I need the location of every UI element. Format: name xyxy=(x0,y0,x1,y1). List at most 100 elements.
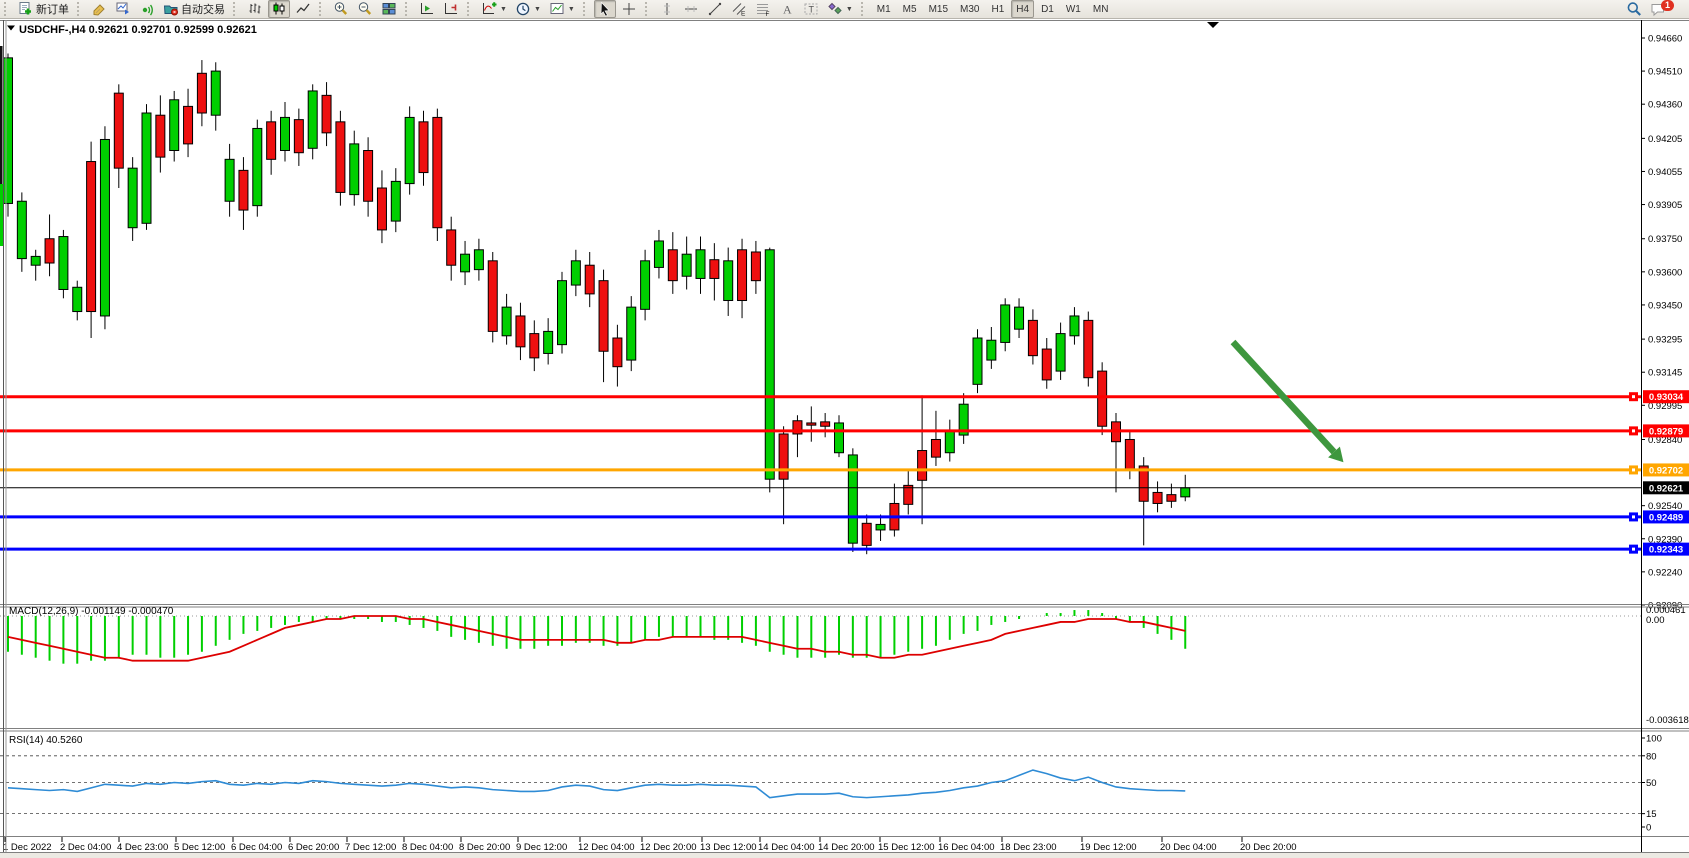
shapes-icon xyxy=(827,1,843,17)
rsi-axis-label: 50 xyxy=(1646,778,1657,789)
auto-scroll-icon xyxy=(419,1,435,17)
publish-chart-button[interactable] xyxy=(112,0,134,18)
time-label: 2 Dec 04:00 xyxy=(60,842,111,853)
timeframe-m5-button[interactable]: M5 xyxy=(898,0,922,18)
chat-button[interactable]: 1 xyxy=(1647,0,1684,18)
toolbar-grip xyxy=(405,2,412,16)
periods-dropdown-caret-icon[interactable]: ▼ xyxy=(534,6,541,13)
candle xyxy=(405,106,414,194)
shapes-dropdown-caret-icon[interactable]: ▼ xyxy=(846,6,853,13)
resistance-line-2-price-label: 0.92879 xyxy=(1649,426,1683,437)
candle xyxy=(100,126,109,329)
candle xyxy=(87,142,96,338)
zoom-in-button[interactable] xyxy=(330,0,352,18)
auto-trading-button[interactable]: 自动交易 xyxy=(160,0,228,18)
time-label: 19 Dec 12:00 xyxy=(1080,842,1137,853)
window-bottom-strip xyxy=(0,853,1689,858)
periods-button[interactable]: ▼ xyxy=(512,0,544,18)
indicators-dropdown-caret-icon[interactable]: ▼ xyxy=(500,6,507,13)
text-button[interactable]: A xyxy=(776,0,798,18)
crosshair-button[interactable] xyxy=(618,0,640,18)
templates-button[interactable]: ▼ xyxy=(546,0,578,18)
indicators-icon xyxy=(481,1,497,17)
timeframe-w1-button[interactable]: W1 xyxy=(1061,0,1086,18)
price-tick-label: 0.94510 xyxy=(1648,67,1682,78)
zoom-out-button[interactable] xyxy=(354,0,376,18)
fibonacci-button[interactable]: F xyxy=(752,0,774,18)
timeframe-mn-button[interactable]: MN xyxy=(1088,0,1114,18)
cursor-button[interactable] xyxy=(594,0,616,18)
line-chart-icon xyxy=(295,1,311,17)
time-label: 1 Dec 2022 xyxy=(3,842,52,853)
time-label: 12 Dec 20:00 xyxy=(640,842,697,853)
time-label: 18 Dec 23:00 xyxy=(1000,842,1057,853)
time-label: 4 Dec 23:00 xyxy=(117,842,168,853)
timeframe-h1-button[interactable]: H1 xyxy=(986,0,1009,18)
shapes-button[interactable]: ▼ xyxy=(824,0,856,18)
horizontal-line-icon xyxy=(683,1,699,17)
new-order-icon xyxy=(18,1,34,17)
toolbar-grip xyxy=(583,2,590,16)
macd-axis-label: 0.00 xyxy=(1646,615,1665,626)
timeframe-m15-button[interactable]: M15 xyxy=(924,0,953,18)
candle xyxy=(488,252,497,342)
indicators-button[interactable]: ▼ xyxy=(478,0,510,18)
price-tick-label: 0.93600 xyxy=(1648,267,1682,278)
timeframe-d1-button[interactable]: D1 xyxy=(1036,0,1059,18)
auto-trading-label: 自动交易 xyxy=(181,1,225,17)
time-label: 6 Dec 20:00 xyxy=(288,842,339,853)
candlestick-chart-button[interactable] xyxy=(268,0,290,18)
toolbar-grip xyxy=(233,2,240,16)
tile-windows-button[interactable] xyxy=(378,0,400,18)
vertical-line-button[interactable] xyxy=(656,0,678,18)
candle xyxy=(1084,312,1093,387)
zoom-in-icon xyxy=(333,1,349,17)
candle xyxy=(336,111,345,206)
trendline-button[interactable] xyxy=(704,0,726,18)
text-icon: A xyxy=(779,1,795,17)
candle xyxy=(627,296,636,371)
time-label: 15 Dec 12:00 xyxy=(878,842,935,853)
trendline-icon xyxy=(707,1,723,17)
price-tick-label: 0.93905 xyxy=(1648,200,1682,211)
toolbar-grip xyxy=(861,2,868,16)
chart-title: USDCHF-,H4 0.92621 0.92701 0.92599 0.926… xyxy=(19,24,257,36)
time-label: 7 Dec 12:00 xyxy=(345,842,396,853)
macd-label: MACD(12,26,9) -0.001149 -0.000470 xyxy=(9,606,174,617)
new-order-button[interactable]: 新订单 xyxy=(15,0,72,18)
time-label: 14 Dec 20:00 xyxy=(818,842,875,853)
eraser-button[interactable] xyxy=(88,0,110,18)
support-line-2-price-label: 0.92343 xyxy=(1649,545,1683,556)
bar-chart-button[interactable] xyxy=(244,0,266,18)
toolbar-grip xyxy=(319,2,326,16)
signal-button[interactable] xyxy=(136,0,158,18)
timeframe-m30-button[interactable]: M30 xyxy=(955,0,984,18)
equidistant-channel-button[interactable]: E xyxy=(728,0,750,18)
time-label: 6 Dec 04:00 xyxy=(231,842,282,853)
price-tick-label: 0.93145 xyxy=(1648,368,1682,379)
text-label-button[interactable]: T xyxy=(800,0,822,18)
toolbar-right: 1 xyxy=(1622,0,1685,18)
chart-area[interactable]: 0.0004610.00-0.003618 1008050150 0.94660… xyxy=(0,19,1689,858)
timeframe-m1-button[interactable]: M1 xyxy=(872,0,896,18)
horizontal-line-button[interactable] xyxy=(680,0,702,18)
toolbar: 新订单 自动交易 ▼ ▼ ▼ EFAT ▼ M1M5M15M30H1H4D1W1MN 1 xyxy=(0,0,1689,19)
auto-scroll-button[interactable] xyxy=(416,0,438,18)
price-tick-label: 0.94660 xyxy=(1648,34,1682,45)
price-tick-label: 0.92240 xyxy=(1648,567,1682,578)
resistance-line-1-price-label: 0.93034 xyxy=(1649,392,1684,403)
rsi-axis-label: 15 xyxy=(1646,809,1657,820)
timeframe-h4-button[interactable]: H4 xyxy=(1011,0,1034,18)
current-price-line-price-label: 0.92621 xyxy=(1649,483,1684,494)
line-chart-button[interactable] xyxy=(292,0,314,18)
chart-shift-button[interactable] xyxy=(440,0,462,18)
candle xyxy=(308,84,317,159)
svg-text:A: A xyxy=(783,3,792,17)
rsi-axis-label: 0 xyxy=(1646,823,1651,834)
templates-dropdown-caret-icon[interactable]: ▼ xyxy=(568,6,575,13)
search-button[interactable] xyxy=(1623,0,1645,18)
toolbar-grip xyxy=(467,2,474,16)
time-label: 12 Dec 04:00 xyxy=(578,842,635,853)
edge-candle xyxy=(0,184,3,246)
resistance-line-2-anchor-dot xyxy=(1632,429,1635,432)
